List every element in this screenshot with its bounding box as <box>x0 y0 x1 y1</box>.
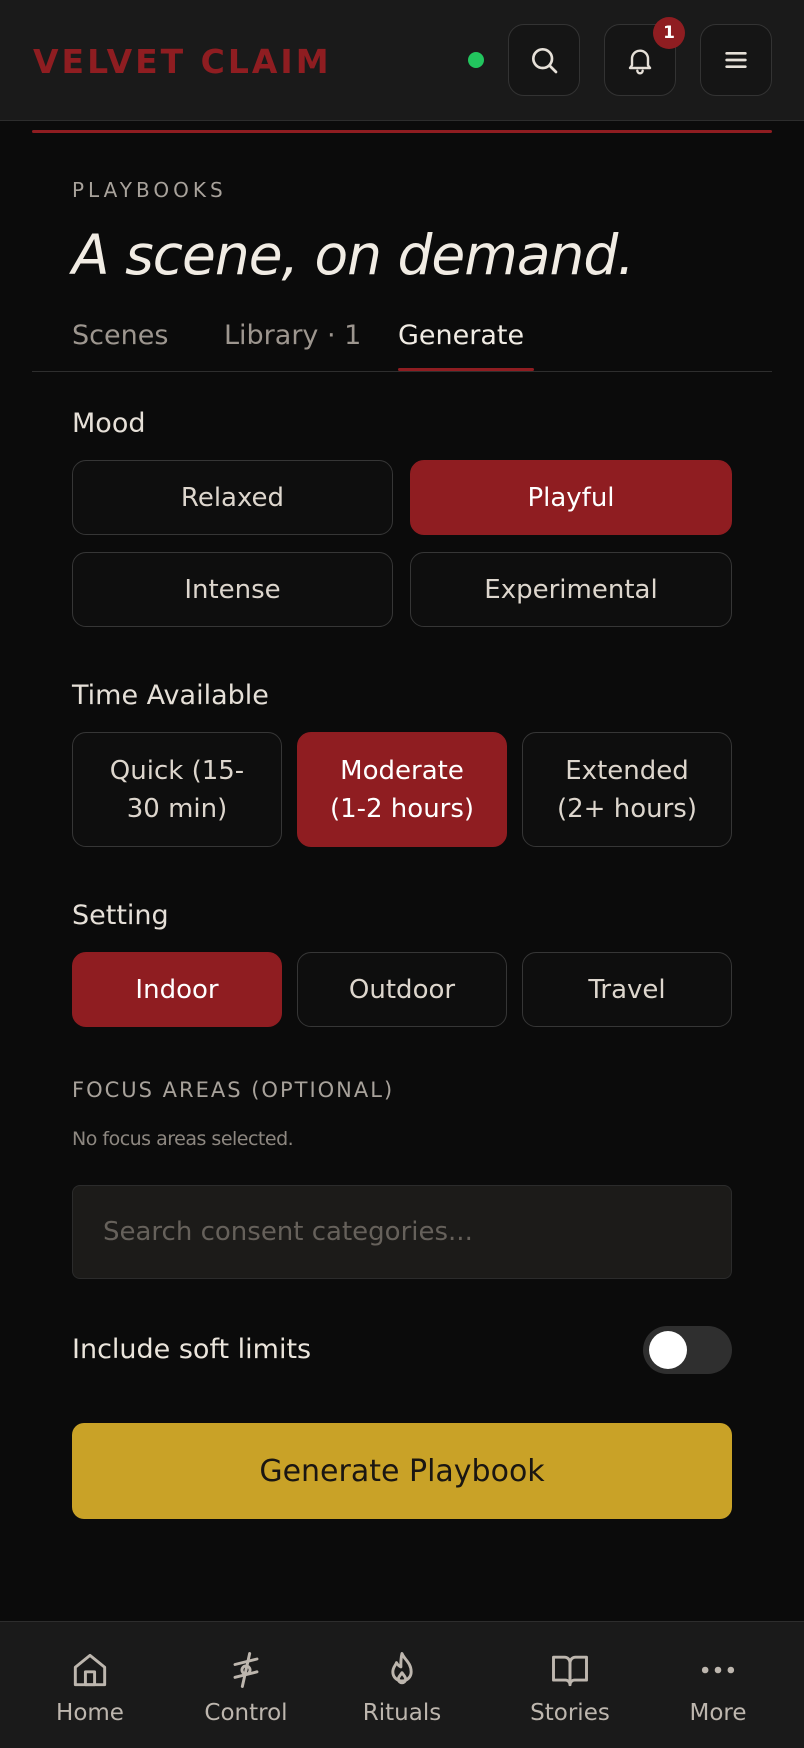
more-icon <box>701 1666 735 1674</box>
nav-stories[interactable]: Stories <box>495 1648 645 1726</box>
search-button[interactable] <box>508 24 580 96</box>
generate-playbook-button[interactable]: Generate Playbook <box>72 1423 732 1519</box>
nav-rituals[interactable]: Rituals <box>327 1648 477 1726</box>
page-eyebrow: PLAYBOOKS <box>72 178 227 202</box>
bell-icon <box>628 49 652 75</box>
nav-home-label: Home <box>56 1700 124 1726</box>
notifications-button[interactable]: 1 <box>604 17 685 96</box>
bottom-navigation: Home Control Rituals Stories More <box>0 1621 804 1748</box>
time-option-extended[interactable]: Extended (2+ hours) <box>522 732 732 847</box>
setting-option-outdoor[interactable]: Outdoor <box>297 952 507 1027</box>
page-title: A scene, on demand. <box>72 223 635 287</box>
nav-stories-label: Stories <box>530 1700 610 1726</box>
online-status-dot <box>468 52 484 68</box>
tab-library[interactable]: Library · 1 <box>224 316 361 356</box>
tab-scenes[interactable]: Scenes <box>72 316 168 356</box>
accent-divider <box>32 130 772 133</box>
setting-label: Setting <box>72 900 169 931</box>
notification-badge: 1 <box>653 17 685 49</box>
soft-limits-toggle[interactable] <box>643 1326 732 1374</box>
app-header: VELVET CLAIM 1 <box>0 0 804 121</box>
soft-limits-label: Include soft limits <box>72 1334 312 1365</box>
active-tab-indicator <box>398 368 534 371</box>
time-available-label: Time Available <box>72 680 269 711</box>
control-icon <box>233 1652 259 1688</box>
focus-areas-empty-text: No focus areas selected. <box>72 1128 294 1150</box>
search-icon <box>532 48 558 74</box>
nav-control[interactable]: Control <box>171 1648 321 1726</box>
book-icon <box>552 1655 588 1687</box>
time-option-moderate[interactable]: Moderate (1-2 hours) <box>297 732 507 847</box>
nav-rituals-label: Rituals <box>362 1700 442 1726</box>
home-icon <box>73 1653 107 1687</box>
focus-areas-label: FOCUS AREAS (OPTIONAL) <box>72 1078 395 1102</box>
nav-more[interactable]: More <box>643 1648 793 1726</box>
setting-option-indoor[interactable]: Indoor <box>72 952 282 1027</box>
flame-icon <box>391 1652 413 1685</box>
mood-label: Mood <box>72 408 146 439</box>
setting-option-travel[interactable]: Travel <box>522 952 732 1027</box>
mood-option-experimental[interactable]: Experimental <box>410 552 732 627</box>
consent-category-search-input[interactable] <box>72 1185 732 1279</box>
nav-more-label: More <box>689 1700 747 1726</box>
mood-option-playful[interactable]: Playful <box>410 460 732 535</box>
toggle-knob <box>649 1331 687 1369</box>
tab-bar: Scenes Library · 1 Generate <box>32 310 772 372</box>
nav-control-label: Control <box>204 1700 288 1726</box>
mood-option-relaxed[interactable]: Relaxed <box>72 460 393 535</box>
time-option-quick[interactable]: Quick (15-30 min) <box>72 732 282 847</box>
brand-logo[interactable]: VELVET CLAIM <box>33 40 332 84</box>
mood-option-intense[interactable]: Intense <box>72 552 393 627</box>
menu-button[interactable] <box>700 24 772 96</box>
tab-generate[interactable]: Generate <box>398 316 524 356</box>
nav-home[interactable]: Home <box>15 1648 165 1726</box>
hamburger-icon <box>725 51 747 68</box>
